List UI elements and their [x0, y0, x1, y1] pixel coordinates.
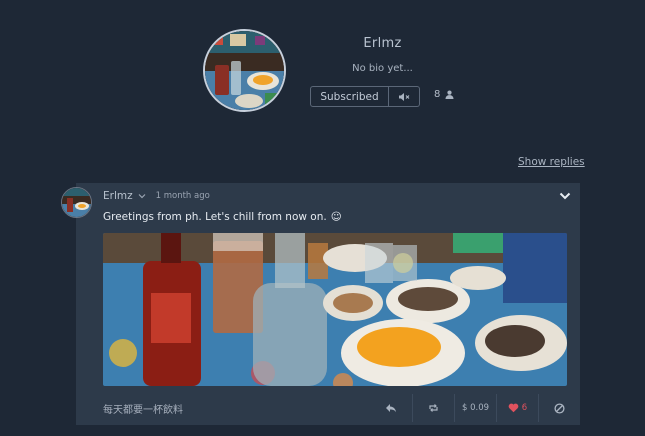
block-icon: [554, 402, 565, 414]
post-options-button[interactable]: [558, 187, 572, 200]
repost-button[interactable]: [412, 394, 454, 422]
mute-button[interactable]: [389, 86, 420, 107]
block-button[interactable]: [538, 394, 580, 422]
subscriber-count: 8: [434, 89, 454, 100]
post-author-avatar[interactable]: [61, 187, 92, 218]
post-author[interactable]: Erlmz: [103, 190, 133, 202]
smile-emoji-icon: ☺: [330, 211, 342, 223]
post-photo: [103, 233, 567, 386]
heart-icon: [508, 403, 519, 413]
like-button[interactable]: 6: [496, 394, 538, 422]
post-body: Greetings from ph. Let's chill from now …: [103, 211, 342, 223]
show-replies-link[interactable]: Show replies: [518, 156, 585, 168]
subscriber-count-value: 8: [434, 89, 441, 100]
profile-avatar[interactable]: [203, 29, 286, 112]
post-image[interactable]: [103, 233, 567, 386]
reply-button[interactable]: [370, 394, 412, 422]
subscribe-controls: Subscribed: [310, 86, 420, 107]
chevron-down-icon: [559, 192, 571, 200]
profile-avatar-image: [205, 31, 284, 110]
like-count: 6: [521, 403, 528, 413]
repost-icon: [429, 404, 438, 412]
reply-icon: [386, 404, 396, 413]
subscribed-button[interactable]: Subscribed: [310, 86, 389, 107]
post-timestamp[interactable]: 1 month ago: [156, 191, 210, 201]
tip-amount: $ 0.09: [461, 403, 490, 413]
post-text: Greetings from ph. Let's chill from now …: [103, 211, 327, 223]
profile-name: Erlmz: [363, 36, 402, 51]
user-icon: [445, 90, 454, 99]
speaker-mute-icon: [399, 92, 410, 101]
post-actions: $ 0.09 6: [370, 394, 580, 422]
post-tagline: 每天都要一杯飲料: [103, 405, 183, 416]
post-card: Erlmz 1 month ago Greetings from ph. Let…: [76, 183, 580, 425]
post-meta: Erlmz 1 month ago: [103, 190, 210, 202]
tip-button[interactable]: $ 0.09: [454, 394, 496, 422]
chevron-down-icon[interactable]: [138, 193, 146, 199]
profile-bio: No bio yet...: [352, 63, 413, 74]
